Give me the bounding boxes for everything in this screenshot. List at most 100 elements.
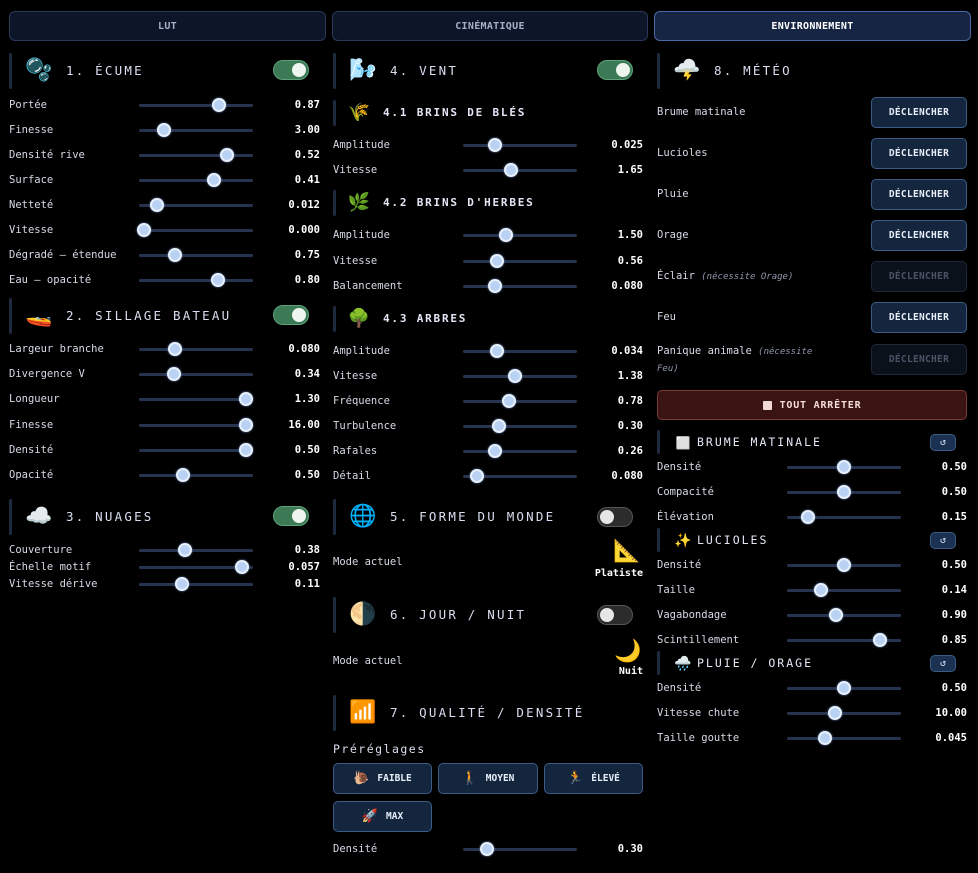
slider-thumb[interactable] xyxy=(817,731,832,745)
slider-track[interactable] xyxy=(463,400,577,403)
brume-reset-button[interactable]: ↺ xyxy=(930,434,956,451)
slider-track[interactable] xyxy=(787,614,901,617)
slider-thumb[interactable] xyxy=(800,510,815,524)
slider-track[interactable] xyxy=(139,474,253,477)
wheat-icon: 🌾 xyxy=(347,102,371,123)
slider-track[interactable] xyxy=(139,348,253,351)
slider-thumb[interactable] xyxy=(234,560,249,574)
slider-thumb[interactable] xyxy=(487,444,502,458)
slider-thumb[interactable] xyxy=(492,419,507,433)
preset-moyen-button[interactable]: 🚶 MOYEN xyxy=(438,763,538,794)
slider-track[interactable] xyxy=(139,154,253,157)
slider-track[interactable] xyxy=(463,285,577,288)
slider-thumb[interactable] xyxy=(837,558,851,572)
slider-track[interactable] xyxy=(463,144,577,147)
slider-thumb[interactable] xyxy=(177,543,192,557)
slider-track[interactable] xyxy=(139,104,253,107)
slider-track[interactable] xyxy=(139,448,253,452)
jour-nuit-toggle[interactable] xyxy=(597,605,633,625)
slider-track[interactable] xyxy=(139,229,253,232)
slider-thumb[interactable] xyxy=(499,228,514,242)
sillage-toggle[interactable] xyxy=(273,305,309,325)
slider-thumb[interactable] xyxy=(157,123,172,137)
preset-faible-button[interactable]: 🐌 FAIBLE xyxy=(333,763,432,794)
section-vent: 🌬️ 4. VENT xyxy=(333,53,645,89)
slider-thumb[interactable] xyxy=(176,468,191,482)
weather-event-row: Panique animale (nécessite Feu) DÉCLENCHE… xyxy=(657,344,969,375)
slider-thumb[interactable] xyxy=(837,681,851,695)
slider-track[interactable] xyxy=(139,423,253,427)
trigger-button[interactable]: DÉCLENCHER xyxy=(871,138,967,169)
slider-thumb[interactable] xyxy=(239,442,254,457)
slider-thumb[interactable] xyxy=(827,706,842,720)
slider-label: Scintillement xyxy=(657,634,740,646)
slider-row: Vitesse 0.000 xyxy=(9,222,321,238)
slider-thumb[interactable] xyxy=(136,223,151,237)
slider-track[interactable] xyxy=(139,549,253,552)
vent-toggle[interactable] xyxy=(597,60,633,80)
presets-title: Préréglages xyxy=(333,742,426,756)
slider-thumb[interactable] xyxy=(490,253,505,268)
slider-thumb[interactable] xyxy=(239,392,254,407)
slider-thumb[interactable] xyxy=(175,577,190,591)
slider-thumb[interactable] xyxy=(837,485,851,499)
slider-thumb[interactable] xyxy=(814,583,829,597)
slider-track[interactable] xyxy=(787,712,901,715)
slider-thumb[interactable] xyxy=(487,279,502,293)
slider-thumb[interactable] xyxy=(501,394,516,408)
slider-thumb[interactable] xyxy=(211,98,226,112)
slider-track[interactable] xyxy=(463,450,577,453)
slider-thumb[interactable] xyxy=(873,633,888,647)
slider-track[interactable] xyxy=(139,254,253,257)
slider-thumb[interactable] xyxy=(490,344,505,358)
slider-label: Eau — opacité xyxy=(9,274,92,286)
slider-row: Détail 0.080 xyxy=(333,468,645,484)
trigger-button[interactable]: DÉCLENCHER xyxy=(871,97,967,128)
trigger-button[interactable]: DÉCLENCHER xyxy=(871,344,967,375)
slider-thumb[interactable] xyxy=(207,173,222,187)
stop-all-button[interactable]: TOUT ARRÊTER xyxy=(657,390,967,420)
lucioles-reset-button[interactable]: ↺ xyxy=(930,532,956,549)
slider-track[interactable] xyxy=(139,373,253,377)
slider-thumb[interactable] xyxy=(837,460,851,474)
slider-track[interactable] xyxy=(463,234,577,237)
slider-thumb[interactable] xyxy=(469,469,484,483)
slider-row: Échelle motif 0.057 xyxy=(9,559,321,575)
slider-thumb[interactable] xyxy=(239,417,254,432)
ecume-toggle[interactable] xyxy=(273,60,309,80)
trigger-button[interactable]: DÉCLENCHER xyxy=(871,261,967,292)
slider-track[interactable] xyxy=(139,398,253,402)
trigger-button[interactable]: DÉCLENCHER xyxy=(871,179,967,210)
slider-thumb[interactable] xyxy=(503,163,518,177)
slider-track[interactable] xyxy=(463,169,577,172)
slider-thumb[interactable] xyxy=(210,273,225,287)
preset-max-button[interactable]: 🚀 MAX xyxy=(333,801,432,832)
slider-label: Élévation xyxy=(657,511,714,523)
slider-track[interactable] xyxy=(139,279,253,282)
slider-thumb[interactable] xyxy=(829,608,844,622)
slider-thumb[interactable] xyxy=(479,842,494,856)
preset-eleve-button[interactable]: 🏃 ÉLEVÉ xyxy=(544,763,643,794)
slider-row: Finesse 16.00 xyxy=(9,417,321,433)
slider-thumb[interactable] xyxy=(508,369,523,383)
slider-track[interactable] xyxy=(463,350,577,353)
slider-thumb[interactable] xyxy=(219,148,234,162)
trigger-button[interactable]: DÉCLENCHER xyxy=(871,302,967,333)
forme-monde-toggle[interactable] xyxy=(597,507,633,527)
slider-thumb[interactable] xyxy=(487,138,502,152)
pluie-reset-button[interactable]: ↺ xyxy=(930,655,956,672)
slider-thumb[interactable] xyxy=(168,342,183,356)
slider-track[interactable] xyxy=(139,583,253,586)
trigger-button[interactable]: DÉCLENCHER xyxy=(871,220,967,251)
weather-event-row: Feu DÉCLENCHER xyxy=(657,302,969,333)
slider-thumb[interactable] xyxy=(168,248,183,262)
mode-label: Mode actuel xyxy=(333,556,403,568)
slider-thumb[interactable] xyxy=(150,198,165,212)
slider-thumb[interactable] xyxy=(167,367,182,382)
nuages-toggle[interactable] xyxy=(273,506,309,526)
slider-track[interactable] xyxy=(463,425,577,428)
slider-track[interactable] xyxy=(463,259,577,263)
slider-track[interactable] xyxy=(787,589,901,592)
slider-track[interactable] xyxy=(787,737,901,740)
slider-track[interactable] xyxy=(139,179,253,182)
